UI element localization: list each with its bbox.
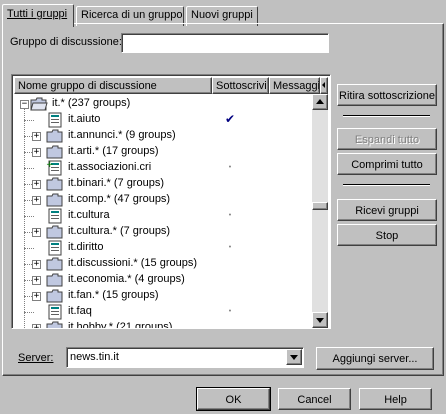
expand-icon[interactable]: +	[32, 180, 41, 189]
cancel-button[interactable]: Cancel	[278, 388, 351, 410]
expand-icon[interactable]: +	[32, 292, 41, 301]
expand-icon[interactable]: +	[32, 260, 41, 269]
tree-connector	[24, 328, 34, 329]
open-folder-icon	[30, 96, 48, 112]
svg-text:+: +	[46, 160, 54, 170]
newsgroup-name: it.* (237 groups)	[52, 97, 131, 109]
scroll-thumb[interactable]	[312, 202, 328, 210]
column-header-messages[interactable]: Messaggi	[269, 77, 320, 94]
list-item[interactable]: + it.binari.* (7 groups)	[14, 176, 314, 192]
newsgroup-name: it.associazioni.cri	[68, 161, 152, 173]
newsgroup-name: it.fan.* (15 groups)	[68, 289, 159, 301]
newsgroup-name: it.discussioni.* (15 groups)	[68, 257, 198, 269]
server-dropdown-button[interactable]	[286, 349, 302, 365]
column-header-name[interactable]: Nome gruppo di discussione	[14, 77, 212, 94]
tab-all-groups[interactable]: Tutti i gruppi	[2, 4, 74, 27]
newsgroup-name: it.binari.* (7 groups)	[68, 177, 164, 189]
expand-icon[interactable]: +	[32, 276, 41, 285]
folder-icon	[46, 176, 64, 192]
folder-icon	[46, 224, 64, 240]
newsgroup-name: it.faq	[68, 305, 92, 317]
list-item[interactable]: it.aiuto ✔	[14, 112, 314, 128]
newsgroup-name: it.annunci.* (9 groups)	[68, 129, 176, 141]
group-field-label: Gruppo di discussione:	[10, 36, 122, 48]
list-item[interactable]: it.cultura •	[14, 208, 314, 224]
newsgroup-icon	[46, 240, 64, 256]
list-item[interactable]: + it.comp.* (47 groups)	[14, 192, 314, 208]
separator	[343, 184, 430, 186]
scroll-up-button[interactable]	[312, 94, 328, 110]
list-item[interactable]: it.diritto •	[14, 240, 314, 256]
add-server-button[interactable]: Aggiungi server...	[316, 347, 434, 370]
arrow-up-icon	[316, 99, 324, 104]
expand-icon[interactable]: +	[32, 324, 41, 328]
newsgroup-name: it.aiuto	[68, 113, 101, 125]
expand-icon[interactable]: +	[32, 132, 41, 141]
server-label: Server:	[18, 352, 54, 364]
column-header-subscribe[interactable]: Sottoscrivi	[212, 77, 269, 94]
server-select[interactable]: news.tin.it	[66, 347, 304, 368]
folder-icon	[46, 144, 64, 160]
folder-icon	[46, 288, 64, 304]
tree-connector	[24, 168, 34, 169]
get-groups-button[interactable]: Ricevi gruppi	[337, 199, 437, 221]
expand-icon[interactable]: +	[32, 196, 41, 205]
scroll-down-button[interactable]	[312, 312, 328, 328]
unsubscribe-button[interactable]: Ritira sottoscrizione	[337, 84, 437, 106]
list-item[interactable]: + it.arti.* (17 groups)	[14, 144, 314, 160]
list-item[interactable]: + it.economia.* (4 groups)	[14, 272, 314, 288]
list-item[interactable]: − it.* (237 groups)	[14, 96, 314, 112]
unsubscribed-dot-icon[interactable]: •	[222, 164, 238, 171]
list-item[interactable]: + it.cultura.* (7 groups)	[14, 224, 314, 240]
newsgroup-name: it.comp.* (47 groups)	[68, 193, 171, 205]
tree-connector	[24, 216, 34, 217]
expand-all-button[interactable]: Espandi tutto	[337, 128, 437, 150]
unsubscribed-dot-icon[interactable]: •	[222, 212, 238, 219]
folder-icon	[46, 128, 64, 144]
expand-icon[interactable]: +	[32, 228, 41, 237]
unsubscribed-dot-icon[interactable]: •	[222, 308, 238, 315]
help-button[interactable]: Help	[359, 388, 432, 410]
newsgroup-list[interactable]: Nome gruppo di discussione Sottoscrivi M…	[11, 74, 331, 329]
group-field-input[interactable]	[121, 33, 329, 53]
tree-connector	[24, 248, 34, 249]
newsgroup-name: it.hobby.* (21 groups)	[68, 321, 173, 329]
list-item[interactable]: + it.hobby.* (21 groups)	[14, 320, 314, 329]
stop-button[interactable]: Stop	[337, 224, 437, 246]
expand-icon[interactable]: +	[32, 148, 41, 157]
chevron-down-icon	[290, 355, 298, 360]
list-item[interactable]: + it.discussioni.* (15 groups)	[14, 256, 314, 272]
folder-icon	[46, 320, 64, 328]
newsgroup-icon	[46, 304, 64, 320]
tree-connector	[24, 120, 34, 121]
list-item[interactable]: + it.annunci.* (9 groups)	[14, 128, 314, 144]
collapse-all-button[interactable]: Comprimi tutto	[337, 153, 437, 175]
newsgroup-name: it.cultura.* (7 groups)	[68, 225, 171, 237]
vertical-scrollbar[interactable]	[312, 94, 328, 328]
newsgroup-name: it.diritto	[68, 241, 104, 253]
ok-button[interactable]: OK	[196, 387, 271, 411]
folder-icon	[46, 256, 64, 272]
unsubscribed-dot-icon[interactable]: •	[222, 244, 238, 251]
subscribed-check-icon[interactable]: ✔	[222, 112, 238, 126]
new-newsgroup-icon: +	[46, 160, 64, 176]
tree-connector	[24, 312, 34, 313]
collapse-icon[interactable]: −	[20, 100, 29, 109]
arrow-down-icon	[316, 318, 324, 323]
list-item[interactable]: + it.fan.* (15 groups)	[14, 288, 314, 304]
list-item[interactable]: + it.associazioni.cri •	[14, 160, 314, 176]
newsgroup-name: it.cultura	[68, 209, 110, 221]
list-item[interactable]: it.faq •	[14, 304, 314, 320]
newsgroup-icon	[46, 208, 64, 224]
separator	[343, 115, 430, 117]
folder-icon	[46, 192, 64, 208]
newsgroup-icon	[46, 112, 64, 128]
arrow-left-icon	[322, 82, 325, 88]
newsgroup-name: it.arti.* (17 groups)	[68, 145, 159, 157]
folder-icon	[46, 272, 64, 288]
newsgroup-name: it.economia.* (4 groups)	[68, 273, 185, 285]
header-scroll-left-button[interactable]	[320, 77, 328, 94]
